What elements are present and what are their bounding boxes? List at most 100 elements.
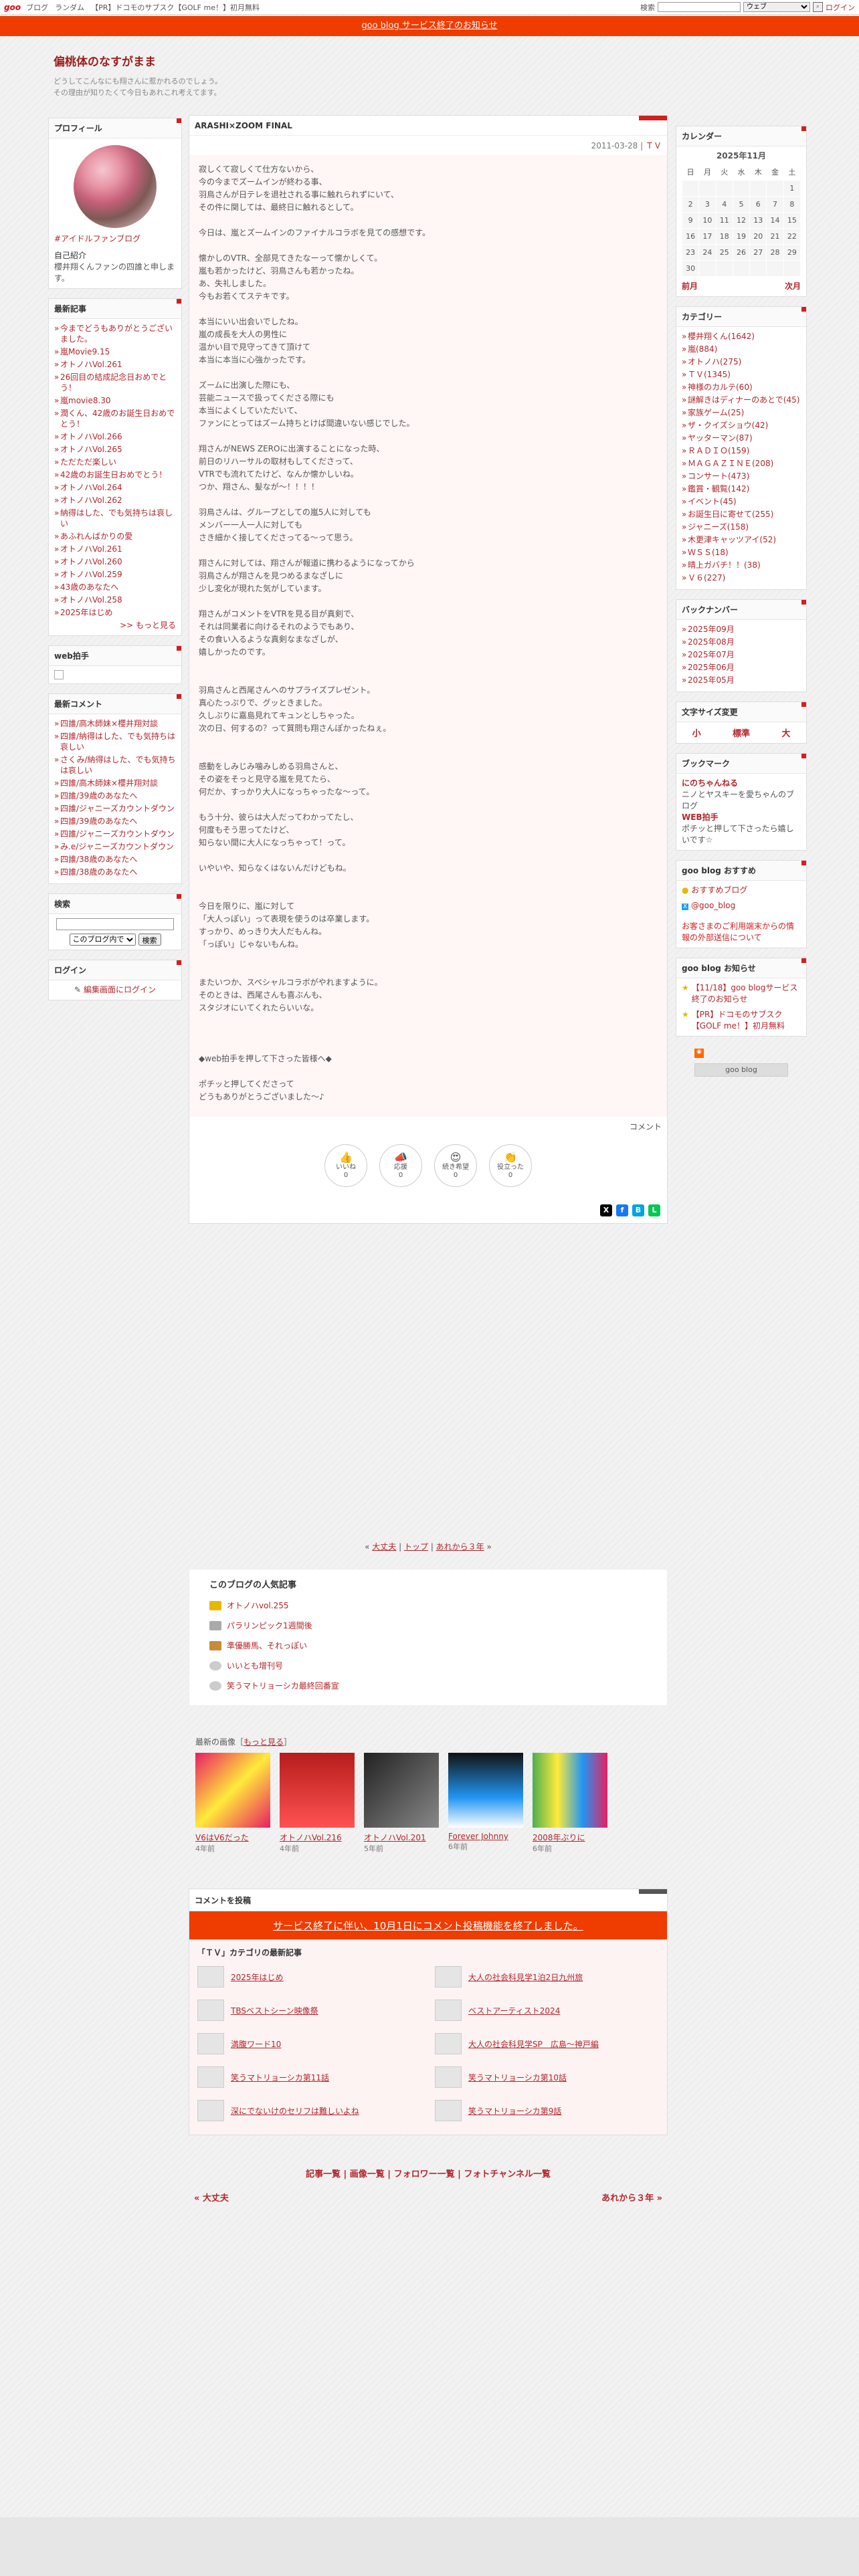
footer-nav-link[interactable]: フォトチャンネル一覧 [464,2169,551,2179]
reaction-button[interactable]: 😍 続き希望 0 [434,1144,477,1187]
search-scope-select[interactable]: ウェブ [743,2,810,12]
backnumber-link[interactable]: 2025年05月 [688,675,735,685]
pager-prev[interactable]: 大丈夫 [372,1542,396,1551]
fontsize-normal[interactable]: 標準 [733,726,750,739]
goo-blog-x-link[interactable]: @goo_blog [691,901,735,910]
recent-link[interactable]: 42歳のお誕生日おめでとう！ [60,470,167,479]
recent_comments-link[interactable]: 四誰/ジャニーズカウントダウン [60,829,175,839]
search-icon[interactable]: ⌕ [813,2,823,12]
login-link[interactable]: ログイン [826,2,855,13]
thumb-image[interactable] [364,1753,439,1828]
bookmark-2[interactable]: WEB拍手 [682,813,719,822]
facebook-share-icon[interactable]: f [616,1204,628,1216]
reaction-button[interactable]: 📣 応援 0 [379,1144,422,1187]
image-thumb[interactable]: オトノハVol.216 4年前 [280,1753,355,1854]
recommend-blog-link[interactable]: おすすめブログ [691,885,747,895]
images-more-link[interactable]: もっと見る [244,1737,284,1747]
hatena-share-icon[interactable]: B [632,1204,644,1216]
reaction-button[interactable]: 👏 役立った 0 [489,1144,532,1187]
recent-link[interactable]: あふれんばかりの愛 [60,532,132,541]
blog-title[interactable]: 偏桃体のなすがまま [54,52,222,69]
popular-link[interactable]: オトノハvol.255 [227,1596,289,1616]
notice-item-2[interactable]: 【PR】ドコモのサブスク【GOLF me！】初月無料 [692,1009,801,1032]
pager-next[interactable]: あれから３年 [436,1542,484,1551]
search-input[interactable] [658,2,741,12]
categories-link[interactable]: 神様のカルテ(60) [688,383,753,392]
recent_comments-link[interactable]: 四誰/納得はした、でも気持ちは哀しい [60,732,175,752]
article-title[interactable]: ARASHI×ZOOM FINAL [189,116,667,136]
recent-link[interactable]: オトノハVol.258 [60,595,122,605]
topbar-link-pr[interactable]: 【PR】ドコモのサブスク【GOLF me！】初月無料 [91,2,260,13]
topbar-link-blog[interactable]: ブログ [26,2,48,13]
image-thumb[interactable]: 2008年ぶりに 6年前 [533,1753,607,1854]
thumb-image[interactable] [448,1753,523,1828]
edit-login-link[interactable]: 編集画面にログイン [84,985,156,994]
categories-link[interactable]: オトノハ(275) [688,357,741,366]
related-link[interactable]: 大人の社会科見学SP 広島〜神戸編 [468,2038,599,2050]
categories-link[interactable]: 木更津キャッツアイ(52) [688,535,776,544]
recent-link[interactable]: 納得はした、でも気持ちは哀しい [60,508,173,528]
categories-link[interactable]: イベント(45) [688,497,737,506]
recent-link[interactable]: 2025年はじめ [60,608,113,617]
related-link[interactable]: 笑うマトリョーシカ第10話 [468,2072,567,2083]
categories-link[interactable]: ＲＡＤＩＯ(159) [688,446,749,455]
reaction-button[interactable]: 👍 いいね 0 [324,1144,367,1187]
thumb-image[interactable] [195,1753,270,1828]
footer-nav-link[interactable]: フォロワー一覧 [394,2169,455,2179]
thumb-image[interactable] [280,1753,355,1828]
line-share-icon[interactable]: L [648,1204,660,1216]
thumb-caption[interactable]: V6はV6だった [195,1832,270,1843]
bookmark-1[interactable]: にのちゃんねる [682,778,738,788]
related-link[interactable]: 深にでないけのセリフは難しいよね [231,2105,359,2117]
related-link[interactable]: 笑うマトリョーシカ第11話 [231,2072,329,2083]
recent_comments-link[interactable]: 四誰/38歳のあなたへ [60,867,137,877]
calendar-next[interactable]: 次月 [785,281,801,292]
x-share-icon[interactable]: X [600,1204,612,1216]
categories-link[interactable]: お誕生日に寄せて(255) [688,510,773,519]
footer-nav-link[interactable]: 画像一覧 [350,2169,385,2179]
calendar-prev[interactable]: 前月 [682,281,698,292]
recent_comments-link[interactable]: 四誰/38歳のあなたへ [60,855,137,864]
popular-link[interactable]: パラリンピック1週間後 [227,1616,312,1636]
footer-prev-link[interactable]: « 大丈夫 [194,2191,229,2204]
thumb-image[interactable] [533,1753,607,1828]
rss-icon[interactable]: ◉ [694,1049,704,1058]
notice-item-1[interactable]: 【11/18】goo blogサービス終了のお知らせ [692,982,801,1005]
goo-blog-badge[interactable]: goo blog [694,1063,788,1077]
popular-link[interactable]: 笑うマトリョーシカ最終回番宣 [227,1676,339,1696]
topbar-link-random[interactable]: ランダム [55,2,84,13]
thumb-caption[interactable]: オトノハVol.216 [280,1832,355,1843]
blog-search-input[interactable] [56,918,174,930]
external-info-link[interactable]: お客さまのご利用端末からの情報の外部送信について [682,921,801,944]
recent-link[interactable]: 潤くん、42歳のお誕生日おめでとう！ [60,409,175,429]
popular-link[interactable]: いいとも增刊号 [227,1656,283,1676]
footer-nav-link[interactable]: 記事一覧 [306,2169,341,2179]
categories-link[interactable]: 嵐(884) [688,344,717,354]
footer-next-link[interactable]: あれから３年 » [601,2191,662,2204]
related-link[interactable]: TBSベストシーン映像祭 [231,2005,318,2016]
backnumber-link[interactable]: 2025年07月 [688,650,735,659]
goo-logo[interactable]: goo [4,3,21,12]
categories-link[interactable]: ジャニーズ(158) [688,522,749,532]
related-link[interactable]: 満腹ワード10 [231,2038,281,2050]
image-thumb[interactable]: オトノハVol.201 5年前 [364,1753,439,1854]
pager-top[interactable]: トップ [404,1542,428,1551]
categories-link[interactable]: ザ・クイズショウ(42) [688,421,768,430]
categories-link[interactable]: ＷＳＳ(18) [688,548,729,557]
related-link[interactable]: 笑うマトリョーシカ第9話 [468,2105,561,2117]
recent-link[interactable]: オトノハVol.265 [60,445,122,454]
categories-link[interactable]: 家族ゲーム(25) [688,408,744,417]
image-thumb[interactable]: V6はV6だった 4年前 [195,1753,270,1854]
related-link[interactable]: 2025年はじめ [231,1971,284,1983]
recent-link[interactable]: オトノハVol.260 [60,557,122,566]
recent_comments-link[interactable]: 四誰/ジャニーズカウントダウン [60,804,175,813]
recent_comments-link[interactable]: 四誰/高木師妹×櫻井翔対談 [60,778,158,788]
popular-link[interactable]: 準優勝馬、それっぽい [227,1636,307,1656]
recent-link[interactable]: オトノハVol.259 [60,570,122,579]
recent-link[interactable]: 嵐Movie9.15 [60,347,110,356]
backnumber-link[interactable]: 2025年06月 [688,663,735,672]
service-end-notice[interactable]: goo blog サービス終了のお知らせ [0,16,859,36]
article-category[interactable]: ＴＶ [646,141,662,150]
thumb-caption[interactable]: 2008年ぶりに [533,1832,607,1843]
thumb-caption[interactable]: Forever Johnny [448,1832,523,1841]
